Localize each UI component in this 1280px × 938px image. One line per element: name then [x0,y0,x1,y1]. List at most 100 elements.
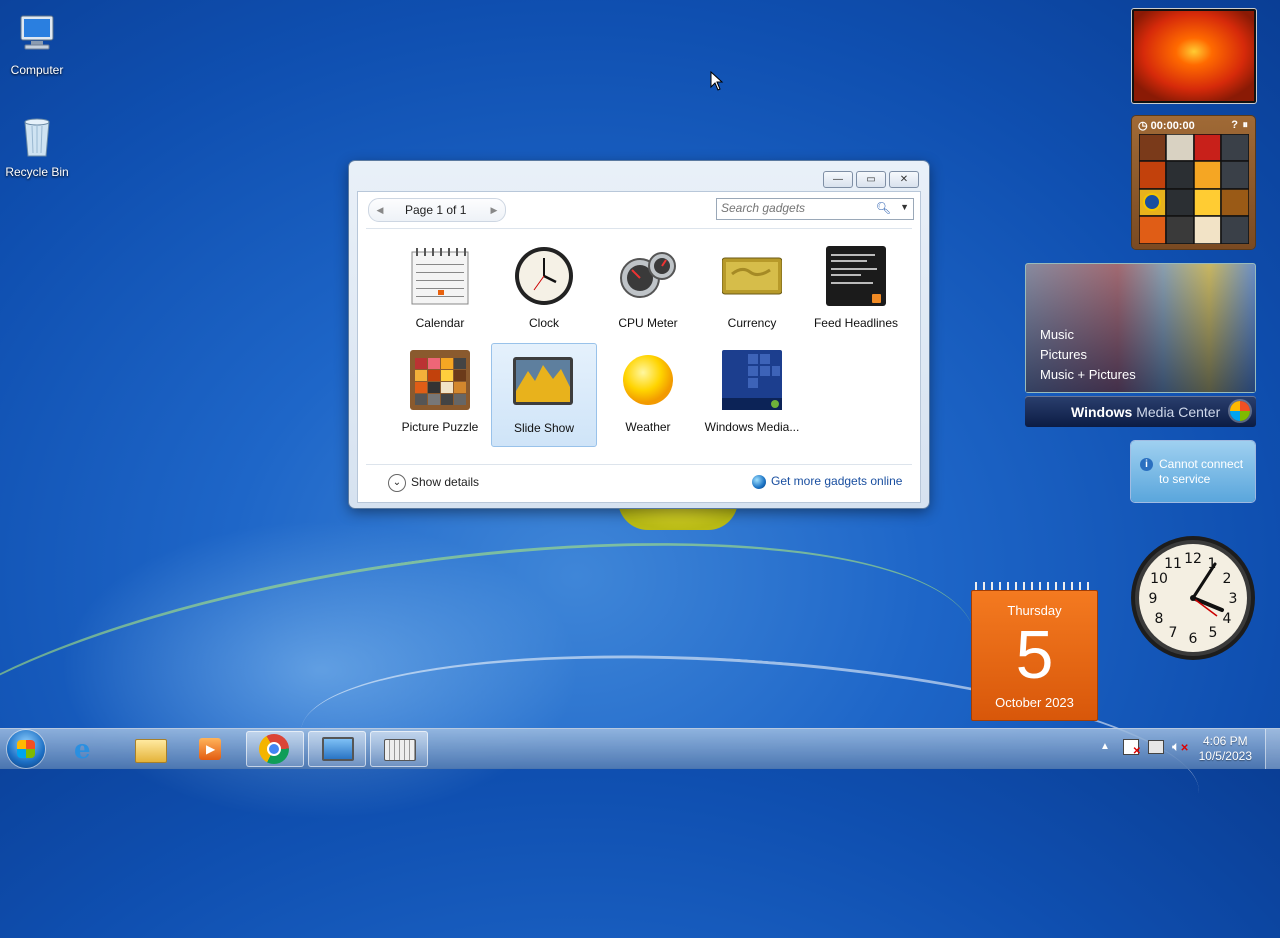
weather-gadget-icon [623,355,673,405]
get-more-gadgets-link[interactable]: Get more gadgets online [752,474,902,489]
help-icon[interactable]: ? [1231,119,1238,131]
clock-gadget[interactable]: 12 12345 67891011 [1129,534,1257,662]
svg-text:11: 11 [1164,556,1182,572]
show-details-button[interactable]: ⌄ Show details [388,474,479,492]
svg-text:2: 2 [1223,571,1232,587]
search-input[interactable] [717,199,871,217]
taskbar-internet-explorer[interactable]: e [60,731,118,767]
gadget-tile-feed-headlines[interactable]: Feed Headlines [804,240,908,342]
desktop-icon-computer[interactable]: Computer [0,10,77,77]
desktop-icon-recycle-bin[interactable]: Recycle Bin [0,112,77,179]
gadget-tile-picture-puzzle[interactable]: Picture Puzzle [388,344,492,446]
system-clock[interactable]: 4:06 PM 10/5/2023 [1199,734,1252,764]
previous-page-icon[interactable]: ◀ [372,202,388,218]
windows-media-center-gadget-icon [722,350,782,410]
gadget-label: Weather [625,420,671,434]
globe-icon [752,474,766,489]
windows-media-center-gadget[interactable]: Music Pictures Music + Pictures Windows … [1025,263,1256,428]
close-button[interactable]: ✕ [889,171,919,188]
desktop-icon-label: Recycle Bin [5,165,69,179]
svg-text:3: 3 [1229,591,1238,607]
show-details-label: Show details [411,475,480,490]
calendar-page: Thursday 5 October 2023 [971,590,1098,721]
media-center-brand: Windows Media Center [1071,404,1221,420]
search-box: 🔍︎ ▼ [716,198,914,220]
taskbar-windows-explorer[interactable] [121,731,179,767]
gadget-label: Currency [727,316,777,330]
gadget-tile-windows-media-center[interactable]: Windows Media... [700,344,804,446]
feed-headlines-gadget[interactable]: i Cannot connect to service [1131,441,1255,502]
maximize-button[interactable]: ▭ [856,171,886,188]
clock-time: 4:06 PM [1202,734,1248,748]
network-icon[interactable] [1148,740,1164,754]
svg-text:12: 12 [1184,551,1202,567]
gadget-gallery-window: — ▭ ✕ ◀ Page 1 of 1 ▶ 🔍︎ ▼ Calendar [349,161,929,508]
gadget-tile-currency[interactable]: Currency [700,240,804,342]
gadget-tile-weather[interactable]: Weather [596,344,700,446]
taskbar: e ▶ ▲ ✕ 🔈︎✕ 4:06 PM 10/5/2023 [0,728,1280,769]
feed-error-message: Cannot connect to service [1159,457,1244,486]
recycle-bin-icon [24,118,50,157]
remote-desktop-icon [322,737,354,761]
calendar-gadget[interactable]: Thursday 5 October 2023 [971,582,1098,721]
media-center-item-music-pictures[interactable]: Music + Pictures [1040,367,1136,382]
calendar-day: 5 [1015,617,1054,693]
divider [366,464,912,465]
taskbar-media-player[interactable]: ▶ [182,731,240,767]
clock-gadget-icon [515,247,573,305]
gadget-label: Clock [528,316,559,330]
next-page-icon[interactable]: ▶ [486,202,502,218]
minimize-button[interactable]: — [823,171,853,188]
media-center-tiles: Music Pictures Music + Pictures [1025,263,1256,393]
gadget-tile-clock[interactable]: Clock [492,240,596,342]
gadget-tile-cpu-meter[interactable]: CPU Meter [596,240,700,342]
gallery-content: ◀ Page 1 of 1 ▶ 🔍︎ ▼ Calendar [357,191,921,503]
taskbar-remote-desktop[interactable] [308,731,366,767]
show-hidden-icons[interactable]: ▲ [1100,741,1110,752]
keyboard-icon [384,739,416,761]
gadget-label: Picture Puzzle [401,420,479,434]
calendar-month-year: October 2023 [995,695,1074,710]
pause-icon[interactable]: ⏸ [1243,119,1249,132]
gadget-tile-slide-show[interactable]: Slide Show [491,343,597,447]
picture-puzzle-gadget-icon [410,350,470,410]
gadget-tile-calendar[interactable]: Calendar [388,240,492,342]
slide-show-gadget[interactable] [1131,8,1257,104]
clock-date: 10/5/2023 [1198,749,1252,763]
taskbar-on-screen-keyboard[interactable] [370,731,428,767]
media-center-brand-bar: Windows Media Center [1025,396,1256,427]
internet-explorer-icon: e [74,735,91,765]
taskbar-chrome[interactable] [246,731,304,767]
chevron-down-icon[interactable]: ▼ [900,202,909,212]
gadget-label: CPU Meter [618,316,678,330]
svg-text:4: 4 [1223,611,1232,627]
picture-puzzle-gadget[interactable]: ◷ 00:00:00 ? ⏸ [1132,116,1255,249]
puzzle-timer: 00:00:00 [1150,120,1195,132]
page-label: Page 1 of 1 [405,203,467,217]
clock-icon: ◷ [1138,120,1148,132]
folder-icon [135,739,167,763]
windows-logo-icon [1230,401,1250,421]
svg-text:8: 8 [1155,611,1164,627]
action-center-icon[interactable]: ✕ [1123,739,1141,757]
media-center-item-pictures[interactable]: Pictures [1040,347,1087,362]
gadget-label: Calendar [415,316,465,330]
volume-icon[interactable]: 🔈︎✕ [1172,738,1189,755]
svg-text:5: 5 [1209,625,1218,641]
computer-icon [20,15,54,50]
page-navigator: ◀ Page 1 of 1 ▶ [368,198,506,222]
media-center-item-music[interactable]: Music [1040,327,1074,342]
play-icon: ▶ [206,742,216,756]
show-desktop-button[interactable] [1265,729,1280,769]
gadget-label: Slide Show [513,421,575,435]
cpu-meter-gadget-icon [620,252,676,298]
search-icon[interactable]: 🔍︎ [876,201,891,215]
currency-gadget-icon [722,257,782,295]
puzzle-timer-bar: ◷ 00:00:00 ? ⏸ [1138,119,1248,133]
svg-text:10: 10 [1150,571,1168,587]
info-icon: i [1140,458,1153,471]
start-button[interactable] [7,730,45,768]
gadget-label: Feed Headlines [813,316,899,330]
chevron-down-icon: ⌄ [388,474,406,492]
feed-headlines-gadget-icon [826,246,886,306]
